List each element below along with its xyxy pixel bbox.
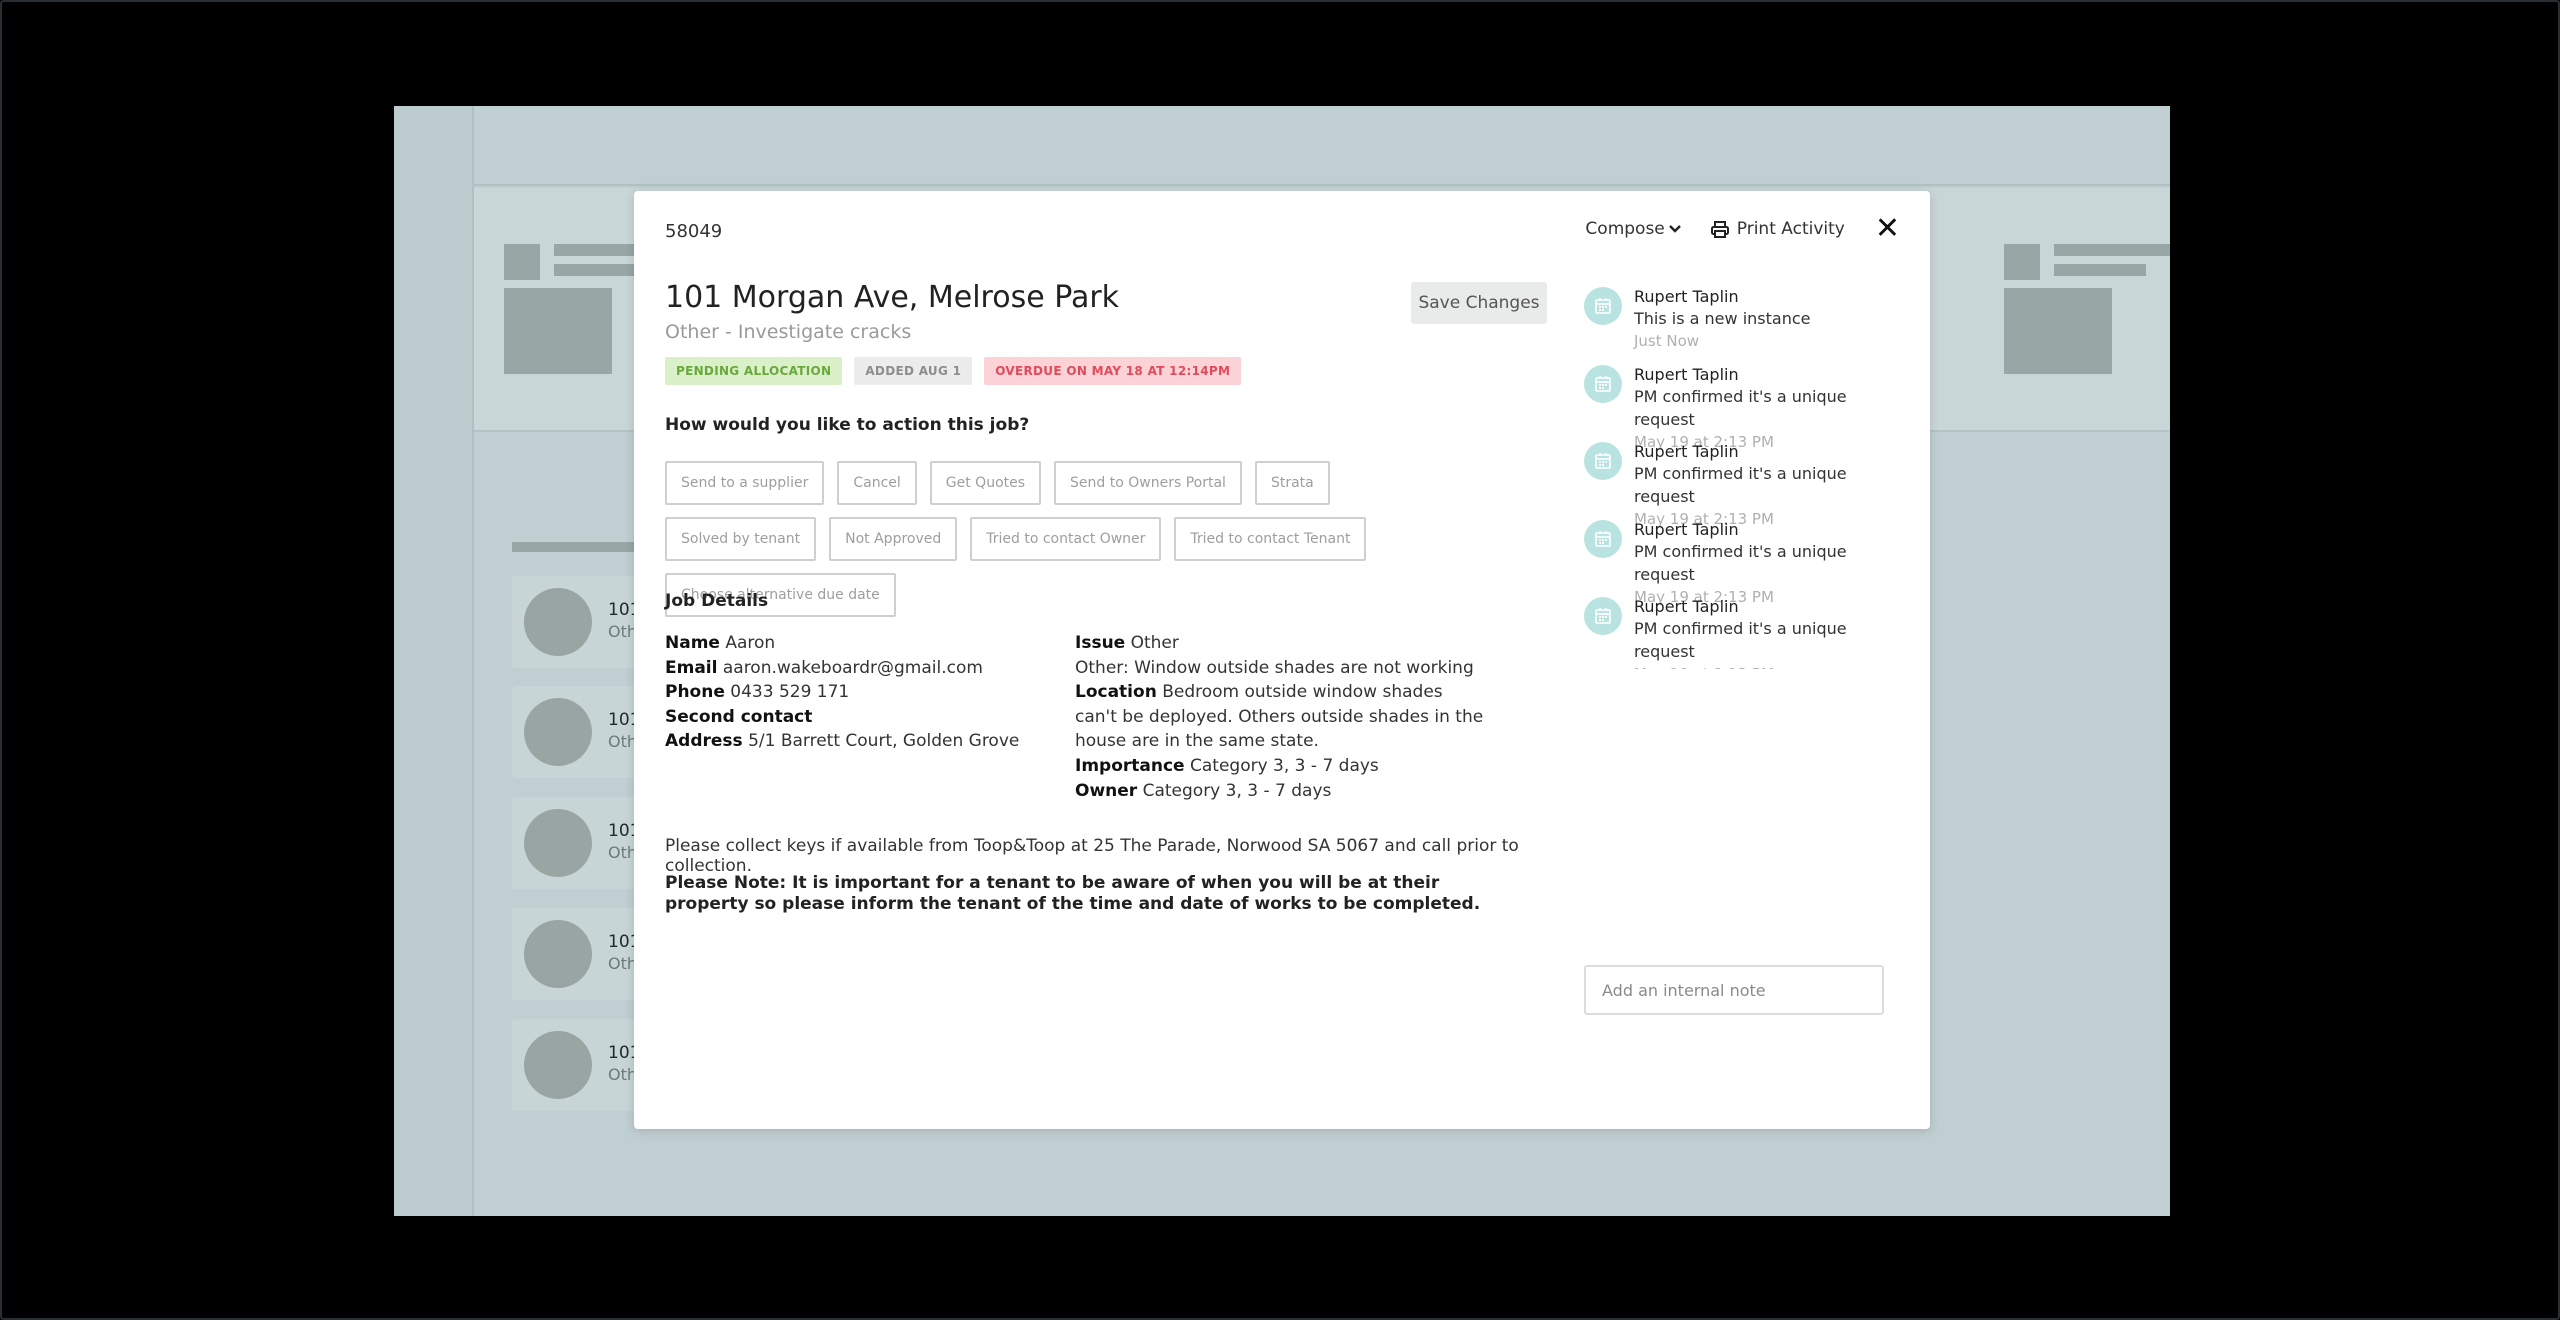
activity-time: May 19 at 2:13 PM xyxy=(1634,663,1894,669)
activity-text: PM confirmed it's a unique request xyxy=(1634,619,1847,662)
job-details-heading: Job Details xyxy=(665,591,769,611)
solved-by-tenant-button[interactable]: Solved by tenant xyxy=(665,517,817,561)
internal-note-input[interactable] xyxy=(1584,965,1884,1015)
avatar xyxy=(1584,287,1622,325)
list-item-subtitle: Oth xyxy=(608,622,638,641)
save-changes-button[interactable]: Save Changes xyxy=(1411,282,1547,324)
list-item-subtitle: Oth xyxy=(608,843,638,862)
activity-text: PM confirmed it's a unique request xyxy=(1634,386,1847,429)
details-right-column: Issue Other Other: Window outside shades… xyxy=(1075,631,1485,803)
detail-owner: Owner Category 3, 3 - 7 days xyxy=(1075,780,1332,801)
activity-text: PM confirmed it's a unique request xyxy=(1634,464,1847,507)
activity-item: Rupert Taplin This is a new instance Just … xyxy=(1584,287,1894,365)
job-modal: 58049 Compose Print Activity ✕ 101 Morga… xyxy=(634,191,1930,1129)
detail-location: Location Bedroom outside window shades c… xyxy=(1075,682,1484,752)
header-placeholder-line xyxy=(2054,244,2170,256)
strata-button[interactable]: Strata xyxy=(1254,461,1330,505)
avatar xyxy=(1584,442,1622,481)
collect-keys-note: Please collect keys if available from To… xyxy=(665,836,1519,876)
avatar xyxy=(524,698,592,766)
overdue-badge: OVERDUE ON MAY 18 AT 12:14PM xyxy=(984,357,1242,385)
not-approved-button[interactable]: Not Approved xyxy=(829,517,958,561)
avatar xyxy=(524,588,592,656)
activity-author: Rupert Taplin xyxy=(1634,519,1739,539)
calendar-icon xyxy=(1595,608,1611,625)
compose-dropdown[interactable]: Compose xyxy=(1585,219,1681,239)
important-note: Please Note: It is important for a tenan… xyxy=(665,873,1481,914)
status-badge: PENDING ALLOCATION xyxy=(665,357,843,385)
avatar xyxy=(524,920,592,988)
calendar-icon xyxy=(1595,375,1611,392)
cancel-button[interactable]: Cancel xyxy=(837,461,917,505)
activity-author: Rupert Taplin xyxy=(1634,597,1739,617)
avatar xyxy=(1584,364,1622,403)
job-subtitle: Other - Investigate cracks xyxy=(665,321,912,343)
chevron-down-icon xyxy=(1668,225,1681,233)
header-placeholder-block xyxy=(504,244,540,280)
list-item-subtitle: Oth xyxy=(608,954,638,973)
activity-item: Rupert Taplin PM confirmed it's a unique … xyxy=(1584,519,1894,606)
print-activity-label: Print Activity xyxy=(1736,219,1845,239)
activity-author: Rupert Taplin xyxy=(1634,442,1739,462)
activity-author: Rupert Taplin xyxy=(1634,364,1739,384)
activity-text: PM confirmed it's a unique request xyxy=(1634,541,1847,584)
tried-contact-tenant-button[interactable]: Tried to contact Tenant xyxy=(1174,517,1367,561)
close-icon[interactable]: ✕ xyxy=(1875,214,1900,244)
detail-phone: Phone 0433 529 171 xyxy=(665,682,850,703)
job-id: 58049 xyxy=(665,221,723,242)
send-to-owners-portal-button[interactable]: Send to Owners Portal xyxy=(1054,461,1242,505)
app-sidebar xyxy=(394,106,474,1216)
page-title: 101 Morgan Ave, Melrose Park xyxy=(665,280,1120,315)
activity-author: Rupert Taplin xyxy=(1634,287,1739,306)
activity-feed[interactable]: Rupert Taplin This is a new instance Just … xyxy=(1584,287,1894,669)
avatar xyxy=(1584,519,1622,558)
header-placeholder-image xyxy=(2004,288,2112,374)
detail-name: Name Aaron xyxy=(665,633,776,653)
print-activity-button[interactable]: Print Activity xyxy=(1710,219,1845,239)
activity-text: This is a new instance xyxy=(1634,309,1811,328)
action-prompt: How would you like to action this job? xyxy=(665,415,1030,435)
activity-item: Rupert Taplin PM confirmed it's a unique … xyxy=(1584,597,1894,669)
printer-icon xyxy=(1710,220,1729,238)
detail-importance: Importance Category 3, 3 - 7 days xyxy=(1075,755,1379,776)
calendar-icon xyxy=(1595,453,1611,469)
detail-issue: Issue Other xyxy=(1075,633,1179,653)
status-badges: PENDING ALLOCATION ADDED AUG 1 OVERDUE O… xyxy=(665,357,1242,385)
tried-contact-owner-button[interactable]: Tried to contact Owner xyxy=(970,517,1162,561)
calendar-icon xyxy=(1595,298,1611,314)
get-quotes-button[interactable]: Get Quotes xyxy=(929,461,1042,505)
detail-address: Address 5/1 Barrett Court, Golden Grove xyxy=(665,731,1020,752)
activity-item: Rupert Taplin PM confirmed it's a unique … xyxy=(1584,442,1894,528)
added-badge: ADDED AUG 1 xyxy=(854,357,973,385)
send-to-supplier-button[interactable]: Send to a supplier xyxy=(665,461,825,505)
header-placeholder-image xyxy=(504,288,612,374)
calendar-icon xyxy=(1595,530,1611,547)
header-placeholder-block xyxy=(2004,244,2040,280)
compose-label: Compose xyxy=(1585,219,1665,239)
avatar xyxy=(524,809,592,877)
app-topbar xyxy=(474,106,2170,186)
detail-email: Email aaron.wakeboardr@gmail.com xyxy=(665,657,983,678)
list-item-subtitle: Oth xyxy=(608,732,638,751)
activity-item: Rupert Taplin PM confirmed it's a unique … xyxy=(1584,364,1894,451)
details-left-column: Name Aaron Email aaron.wakeboardr@gmail.… xyxy=(665,631,1075,803)
header-placeholder-line xyxy=(2054,264,2146,276)
avatar xyxy=(524,1031,592,1099)
job-details: Name Aaron Email aaron.wakeboardr@gmail.… xyxy=(665,631,1485,803)
detail-issue-other: Other: Window outside shades are not wor… xyxy=(1075,657,1474,678)
list-item-subtitle: Oth xyxy=(608,1065,638,1084)
screen-frame: 101 Oth 101 Oth 101 Oth 101 Oth 101 Oth … xyxy=(0,0,2560,1320)
detail-second-contact: Second contact xyxy=(665,706,813,727)
header-placeholder-line xyxy=(554,244,634,256)
modal-top-actions: Compose Print Activity ✕ xyxy=(1585,214,1900,244)
header-placeholder-line xyxy=(554,264,634,276)
avatar xyxy=(1584,597,1622,636)
activity-time: Just Now xyxy=(1634,332,1700,350)
action-buttons: Send to a supplier Cancel Get Quotes Sen… xyxy=(665,461,1485,617)
